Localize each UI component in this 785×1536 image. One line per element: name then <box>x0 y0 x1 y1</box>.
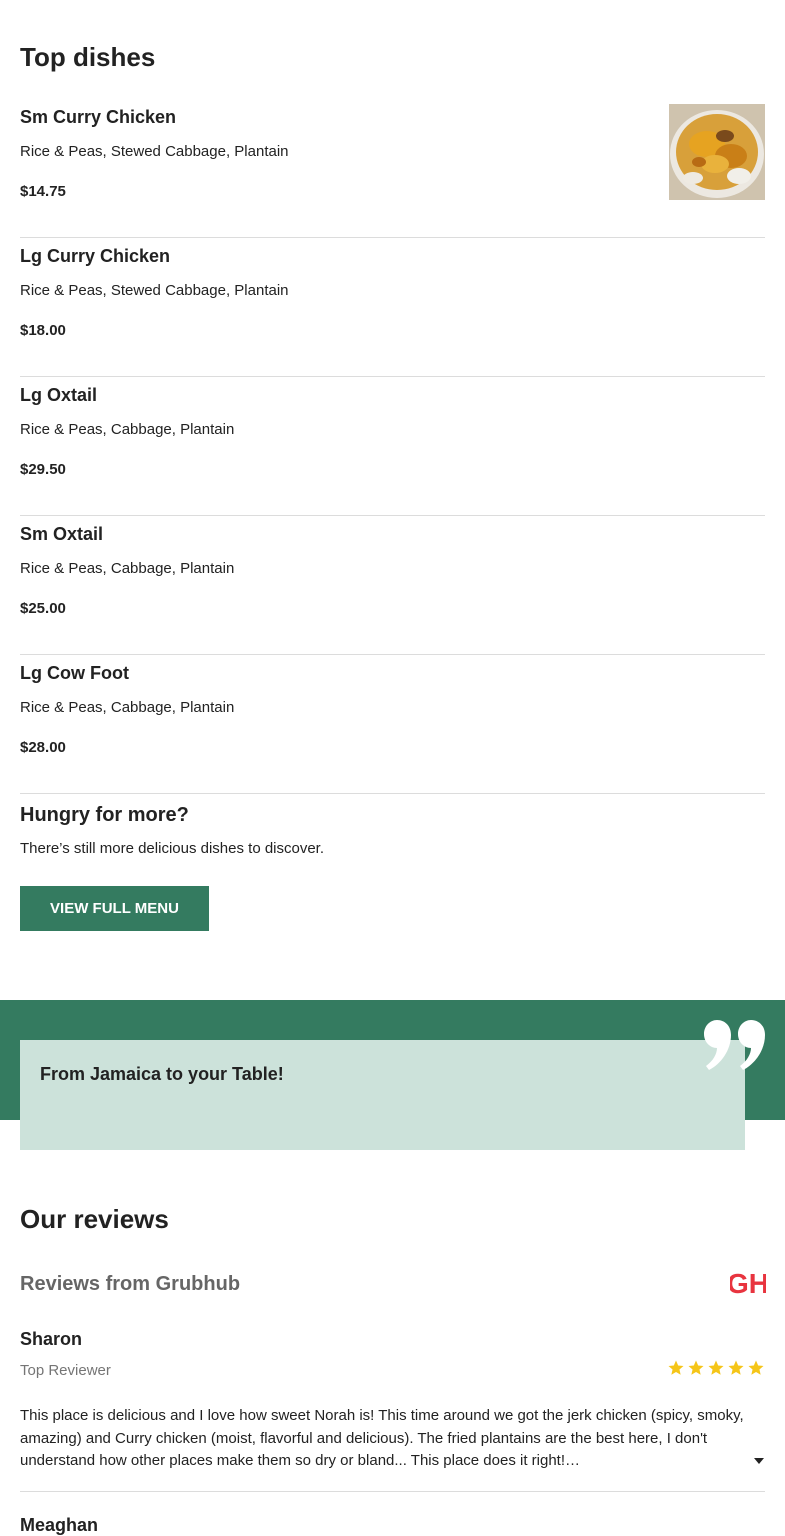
dish-description: Rice & Peas, Stewed Cabbage, Plantain <box>20 282 289 299</box>
dish-description: Rice & Peas, Cabbage, Plantain <box>20 560 235 577</box>
quote-text: From Jamaica to your Table! <box>40 1064 284 1084</box>
hungry-heading: Hungry for more? <box>20 804 189 826</box>
dish-item[interactable]: Sm Oxtail Rice & Peas, Cabbage, Plantain… <box>20 516 765 655</box>
dish-price: $28.00 <box>20 739 66 756</box>
hungry-subtitle: There’s still more delicious dishes to d… <box>20 840 325 857</box>
dish-name: Sm Curry Chicken <box>20 107 177 127</box>
dish-name: Sm Oxtail <box>20 524 104 544</box>
star-icon <box>668 1360 684 1375</box>
star-icon <box>748 1360 764 1375</box>
dish-item[interactable]: Sm Curry Chicken Rice & Peas, Stewed Cab… <box>20 99 765 238</box>
dish-item[interactable]: Lg Cow Foot Rice & Peas, Cabbage, Planta… <box>20 655 765 794</box>
star-icon <box>728 1360 744 1375</box>
review-text: This place is delicious and I love how s… <box>20 1407 744 1469</box>
quote-box: From Jamaica to your Table! <box>20 1040 745 1150</box>
dish-item[interactable]: Lg Oxtail Rice & Peas, Cabbage, Plantain… <box>20 377 765 516</box>
star-rating <box>667 1359 765 1377</box>
dish-name: Lg Oxtail <box>20 385 98 405</box>
star-icon <box>688 1360 704 1375</box>
reviews-heading: Our reviews <box>20 1204 169 1234</box>
top-dishes-heading: Top dishes <box>20 42 156 72</box>
reviews-source-heading: Reviews from Grubhub <box>20 1273 241 1295</box>
grubhub-logo-icon: GH <box>730 1268 766 1297</box>
svg-text:GH: GH <box>730 1268 766 1297</box>
review-divider <box>20 1491 765 1492</box>
expand-review-icon[interactable] <box>753 1457 765 1465</box>
quote-mark-icon <box>704 1020 765 1070</box>
dish-name: Lg Cow Foot <box>20 663 129 683</box>
reviewer-name: Meaghan <box>20 1515 99 1535</box>
view-full-menu-button[interactable]: VIEW FULL MENU <box>20 886 209 931</box>
dish-description: Rice & Peas, Stewed Cabbage, Plantain <box>20 143 289 160</box>
reviewer-name: Sharon <box>20 1329 83 1349</box>
dish-name: Lg Curry Chicken <box>20 246 171 266</box>
dish-item[interactable]: Lg Curry Chicken Rice & Peas, Stewed Cab… <box>20 238 765 377</box>
dish-price: $14.75 <box>20 183 66 200</box>
dish-price: $29.50 <box>20 461 66 478</box>
dish-price: $18.00 <box>20 322 66 339</box>
dish-description: Rice & Peas, Cabbage, Plantain <box>20 699 235 716</box>
reviewer-badge: Top Reviewer <box>20 1362 111 1379</box>
dish-photo[interactable] <box>669 104 765 200</box>
dish-description: Rice & Peas, Cabbage, Plantain <box>20 421 235 438</box>
star-icon <box>708 1360 724 1375</box>
dish-price: $25.00 <box>20 600 66 617</box>
